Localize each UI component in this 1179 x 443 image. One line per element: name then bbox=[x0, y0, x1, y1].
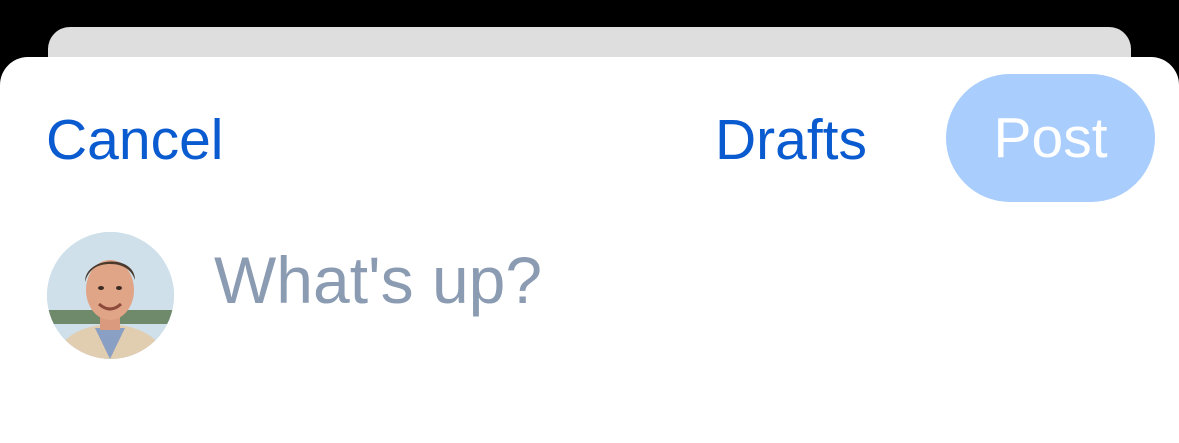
avatar bbox=[47, 232, 174, 359]
post-button[interactable]: Post bbox=[946, 74, 1155, 202]
cancel-button[interactable]: Cancel bbox=[46, 108, 223, 172]
drafts-button[interactable]: Drafts bbox=[715, 108, 867, 172]
user-photo bbox=[47, 232, 174, 359]
compose-text-input[interactable] bbox=[214, 240, 1144, 320]
